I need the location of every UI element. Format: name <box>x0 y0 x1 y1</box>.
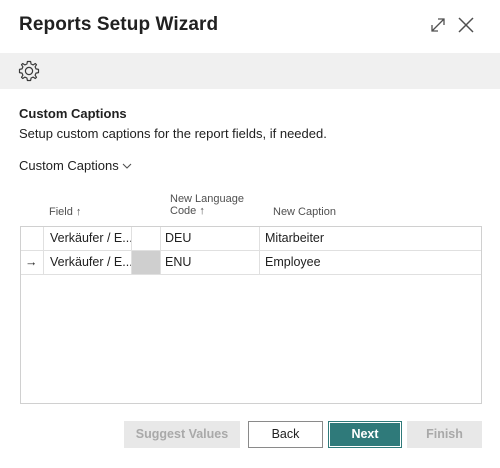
language-code-cell[interactable]: DEU <box>161 227 260 250</box>
subpage-title[interactable]: Custom Captions <box>19 158 133 173</box>
column-header-language-code[interactable]: New Language Code ↑ <box>170 193 244 217</box>
arrow-right-icon[interactable]: → <box>21 251 44 274</box>
field-cell[interactable]: Verkäufer / E... <box>44 251 132 274</box>
next-button[interactable]: Next <box>328 421 402 448</box>
section-title: Custom Captions <box>19 106 127 121</box>
close-icon[interactable] <box>456 15 476 35</box>
new-caption-cell[interactable]: Mitarbeiter <box>260 227 481 250</box>
back-button[interactable]: Back <box>248 421 323 448</box>
suggest-values-button[interactable]: Suggest Values <box>124 421 240 448</box>
language-code-cell[interactable]: ENU <box>161 251 260 274</box>
action-bar <box>0 53 500 89</box>
column-header-field[interactable]: Field ↑ <box>49 206 81 218</box>
section-description: Setup custom captions for the report fie… <box>19 126 327 141</box>
gear-icon[interactable] <box>17 59 41 83</box>
row-selector[interactable] <box>21 227 44 250</box>
chevron-down-icon <box>121 160 133 172</box>
table-row[interactable]: → Verkäufer / E... ENU Employee <box>21 251 481 275</box>
subpage-title-label: Custom Captions <box>19 158 119 173</box>
captions-grid: Verkäufer / E... DEU Mitarbeiter → Verkä… <box>20 226 482 404</box>
column-header-language-line1: New Language <box>170 193 245 205</box>
blank-cell <box>132 251 161 274</box>
finish-button[interactable]: Finish <box>407 421 482 448</box>
table-row[interactable]: Verkäufer / E... DEU Mitarbeiter <box>21 227 481 251</box>
title-bar: Reports Setup Wizard <box>0 0 500 52</box>
window-title: Reports Setup Wizard <box>19 14 219 35</box>
column-header-language-line2: Code ↑ <box>170 205 205 217</box>
expand-icon[interactable] <box>428 15 448 35</box>
field-cell[interactable]: Verkäufer / E... <box>44 227 132 250</box>
blank-cell <box>132 227 161 250</box>
new-caption-cell[interactable]: Employee <box>260 251 481 274</box>
column-header-new-caption[interactable]: New Caption <box>273 206 336 218</box>
